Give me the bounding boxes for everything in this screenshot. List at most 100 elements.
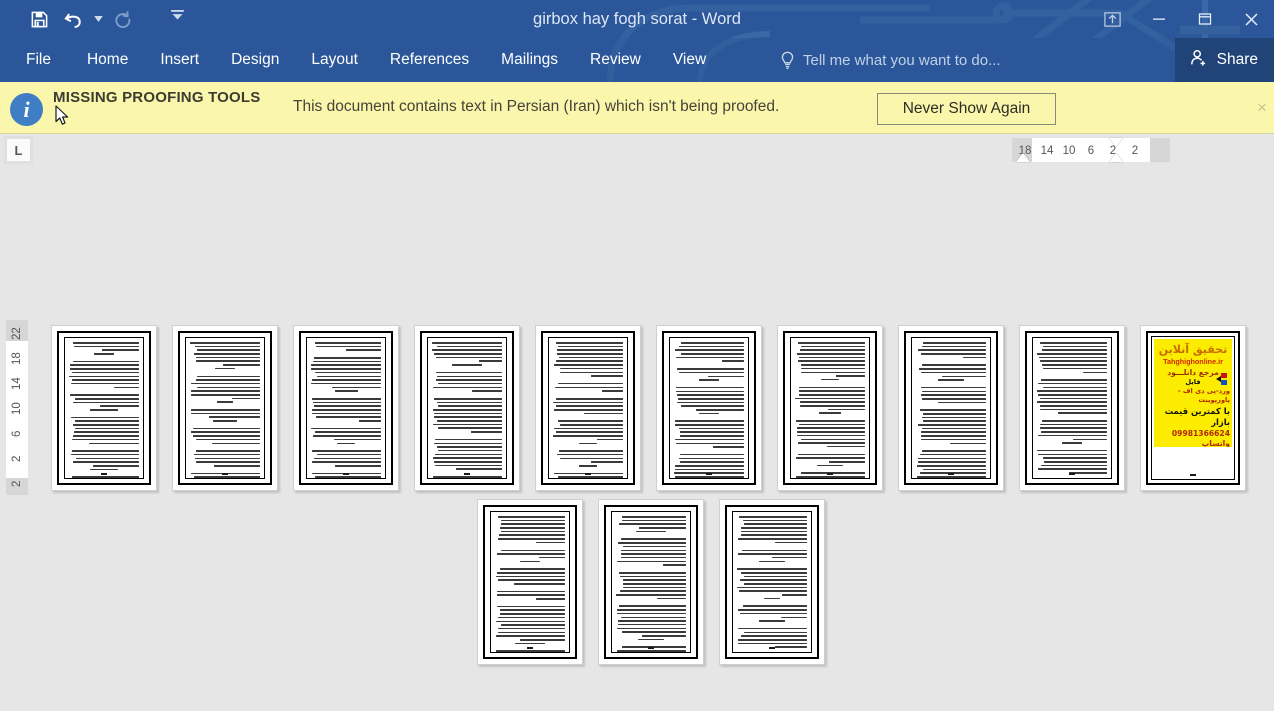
page-thumbnail[interactable] — [598, 499, 704, 665]
page-thumbnail[interactable] — [51, 325, 157, 491]
vertical-ruler[interactable]: 2 2 6 10 14 18 22 — [6, 164, 28, 504]
doc-text-line — [920, 394, 986, 396]
minimize-icon[interactable] — [1136, 0, 1182, 38]
tab-references[interactable]: References — [374, 38, 485, 82]
doc-text-line — [827, 408, 865, 411]
doc-text-line — [639, 527, 686, 529]
doc-text-line — [559, 371, 623, 374]
tab-stop-selector[interactable]: L — [4, 136, 33, 164]
page-thumbnail[interactable] — [898, 325, 1004, 491]
doc-text-line — [707, 375, 744, 378]
notification-close-icon[interactable]: × — [1252, 98, 1272, 118]
h-tick: 10 — [1062, 145, 1076, 157]
page-thumbnail-advertisement[interactable]: تحقیق آنلاین Tahghighonline.ir مرجع دانلــ… — [1140, 325, 1246, 491]
doc-text-line — [558, 382, 623, 385]
doc-text-line — [500, 523, 565, 525]
doc-text-line — [312, 409, 381, 411]
doc-text-line — [1041, 364, 1107, 366]
doc-text-line — [922, 342, 986, 344]
tell-me-search[interactable]: Tell me what you want to do... — [780, 38, 1001, 82]
doc-text-line — [556, 453, 623, 456]
undo-dropdown-icon[interactable] — [90, 4, 106, 34]
doc-text-line — [434, 397, 502, 400]
page-thumbnail[interactable] — [1019, 325, 1125, 491]
doc-text-line — [437, 446, 502, 448]
doc-text-line — [679, 427, 744, 430]
share-button[interactable]: Share — [1174, 38, 1274, 82]
doc-text-line — [432, 349, 502, 351]
doc-text-line — [918, 368, 986, 370]
doc-text-line — [922, 468, 986, 471]
doc-text-line — [498, 579, 565, 581]
tab-design[interactable]: Design — [215, 38, 295, 82]
tab-layout[interactable]: Layout — [295, 38, 374, 82]
doc-text-line — [798, 390, 865, 392]
horizontal-ruler[interactable]: 18 14 10 6 2 2 — [36, 138, 1274, 162]
doc-text-line — [795, 420, 865, 422]
document-canvas[interactable]: تحقیق آنلاین Tahghighonline.ir مرجع دانلــ… — [0, 162, 1274, 711]
page-thumbnail[interactable] — [414, 325, 520, 491]
doc-text-line — [190, 342, 260, 344]
doc-text-line — [553, 435, 623, 437]
doc-text-line — [617, 609, 686, 611]
doc-text-line — [72, 435, 139, 437]
page-thumbnail[interactable] — [477, 499, 583, 665]
left-indent-marker[interactable] — [1016, 153, 1030, 162]
doc-text-line — [1040, 408, 1107, 411]
first-line-indent-marker[interactable] — [1109, 138, 1123, 147]
doc-text-line — [191, 382, 260, 385]
save-icon[interactable] — [22, 4, 56, 34]
tab-file[interactable]: File — [0, 38, 71, 82]
doc-text-line — [721, 360, 744, 363]
doc-text-line — [433, 353, 502, 355]
doc-paragraph-gap — [190, 372, 260, 376]
doc-text-line — [434, 464, 502, 467]
tab-mailings[interactable]: Mailings — [485, 38, 574, 82]
tab-review[interactable]: Review — [574, 38, 657, 82]
doc-text-line — [498, 627, 565, 630]
doc-text-line — [1039, 342, 1107, 344]
doc-text-line — [616, 594, 686, 596]
doc-text-line — [740, 579, 807, 581]
page-thumbnail[interactable] — [777, 325, 883, 491]
tab-view[interactable]: View — [657, 38, 722, 82]
doc-text-line — [801, 367, 865, 370]
never-show-again-button[interactable]: Never Show Again — [877, 93, 1056, 125]
customize-quick-access-icon[interactable] — [162, 4, 192, 34]
doc-text-line — [191, 409, 260, 411]
doc-text-line — [497, 605, 565, 608]
doc-text-line — [922, 397, 986, 400]
doc-text-line — [740, 534, 807, 537]
page-thumbnail[interactable] — [535, 325, 641, 491]
doc-text-line — [437, 345, 502, 348]
doc-text-line — [316, 345, 381, 348]
tab-insert[interactable]: Insert — [144, 38, 215, 82]
page-thumbnail[interactable] — [719, 499, 825, 665]
page-thumbnail[interactable] — [293, 325, 399, 491]
doc-text-line — [312, 397, 381, 400]
tab-home[interactable]: Home — [71, 38, 144, 82]
doc-text-line — [334, 438, 381, 441]
doc-text-line — [1037, 449, 1107, 452]
doc-text-line — [209, 416, 260, 418]
doc-text-line — [72, 371, 139, 374]
window-controls — [1088, 0, 1274, 38]
page-number-mark — [65, 473, 143, 475]
page-thumbnail[interactable] — [172, 325, 278, 491]
doc-text-line — [591, 461, 623, 463]
close-icon[interactable] — [1228, 0, 1274, 38]
restore-icon[interactable] — [1182, 0, 1228, 38]
doc-text-line — [679, 345, 744, 348]
doc-text-line — [618, 523, 686, 525]
page-border-inner — [64, 337, 144, 479]
doc-text-line — [72, 379, 139, 381]
doc-text-line — [942, 375, 986, 378]
doc-text-line — [741, 635, 807, 637]
undo-icon[interactable] — [56, 4, 90, 34]
ribbon-display-options-icon[interactable] — [1088, 0, 1136, 38]
page-thumbnail[interactable] — [656, 325, 762, 491]
hanging-indent-marker[interactable] — [1109, 153, 1123, 162]
page-border-outer — [57, 331, 151, 485]
doc-text-line — [620, 553, 686, 555]
doc-text-line — [311, 461, 381, 463]
